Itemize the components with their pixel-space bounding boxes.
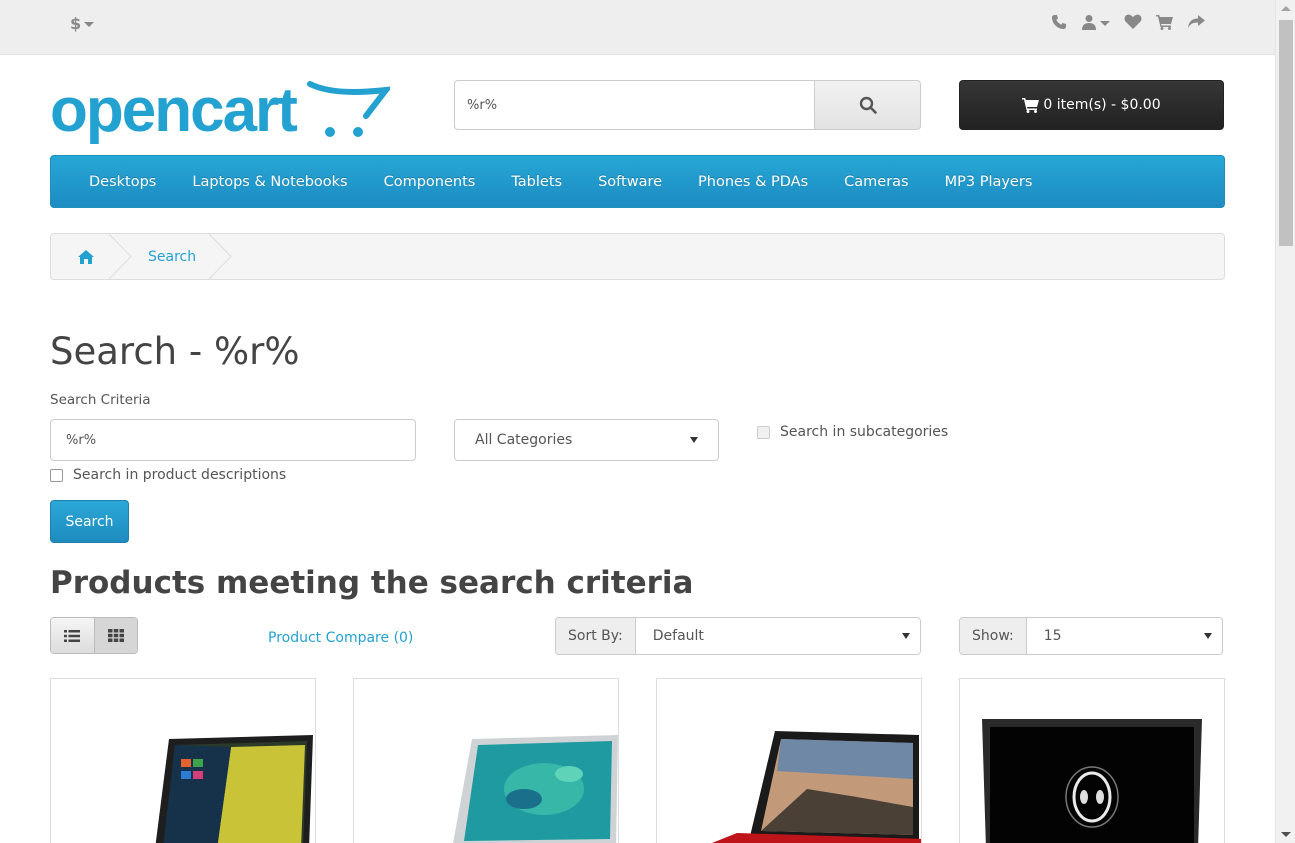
subcategories-label: Search in subcategories: [780, 424, 949, 440]
scroll-down-arrow-icon[interactable]: [1281, 832, 1291, 837]
limit-select[interactable]: 15: [1026, 617, 1223, 655]
currency-dropdown[interactable]: $: [70, 14, 95, 33]
main-menu: Desktops Laptops & Notebooks Components …: [50, 155, 1225, 208]
header-search: [454, 80, 921, 130]
product-card[interactable]: [353, 678, 619, 843]
phone-link[interactable]: [1051, 14, 1067, 30]
checkout-link[interactable]: [1187, 14, 1205, 30]
menu-item-tablets[interactable]: Tablets: [493, 174, 580, 190]
phone-icon: [1052, 15, 1066, 29]
store-logo[interactable]: opencart: [50, 78, 390, 144]
sort-control: Sort By: Default: [555, 617, 921, 655]
top-links: [1051, 14, 1205, 30]
chevron-down-icon: [1203, 633, 1212, 639]
breadcrumb-item: Search: [121, 234, 232, 279]
chevron-down-icon: [901, 633, 910, 639]
search-input[interactable]: [454, 80, 815, 130]
grid-view-button[interactable]: [93, 618, 137, 653]
search-criteria-label: Search Criteria: [50, 392, 151, 408]
breadcrumb: Search: [50, 233, 1225, 280]
category-select[interactable]: All Categories: [454, 419, 719, 461]
product-image: [453, 735, 618, 843]
subcategories-checkbox-row[interactable]: Search in subcategories: [757, 424, 948, 440]
cart-link[interactable]: [1156, 14, 1173, 30]
sort-select[interactable]: Default: [635, 617, 921, 655]
sort-label: Sort By:: [555, 617, 636, 655]
limit-control: Show: 15: [959, 617, 1224, 655]
product-card[interactable]: [656, 678, 922, 843]
breadcrumb-separator: [209, 234, 232, 279]
product-image: [982, 719, 1202, 843]
currency-symbol: $: [70, 14, 82, 33]
user-icon: [1082, 15, 1096, 30]
results-heading: Products meeting the search criteria: [50, 565, 694, 601]
logo-cart-icon: [307, 81, 390, 137]
product-compare-link[interactable]: Product Compare (0): [268, 630, 413, 646]
menu-item-laptops[interactable]: Laptops & Notebooks: [174, 174, 365, 190]
menu-item-cameras[interactable]: Cameras: [826, 174, 926, 190]
sort-selected-value: Default: [652, 628, 704, 644]
scroll-thumb[interactable]: [1279, 20, 1293, 246]
search-icon: [859, 96, 877, 114]
page-scrollbar[interactable]: [1275, 0, 1295, 843]
menu-item-mp3-players[interactable]: MP3 Players: [927, 174, 1051, 190]
list-view-icon: [64, 629, 81, 642]
menu-item-phones[interactable]: Phones & PDAs: [680, 174, 826, 190]
page-title: Search - %r%: [50, 330, 300, 373]
list-view-button[interactable]: [51, 618, 94, 653]
search-submit-button[interactable]: Search: [50, 500, 129, 543]
descriptions-checkbox-row[interactable]: Search in product descriptions: [50, 467, 286, 483]
heart-icon: [1124, 14, 1142, 29]
share-icon: [1188, 15, 1205, 28]
search-criteria-input[interactable]: [50, 419, 416, 461]
top-bar: $: [0, 0, 1275, 55]
breadcrumb-home[interactable]: [51, 234, 132, 279]
show-label: Show:: [959, 617, 1027, 655]
search-button[interactable]: [815, 80, 921, 130]
product-card[interactable]: [959, 678, 1225, 843]
product-image: [712, 731, 921, 843]
chevron-down-icon: [690, 437, 698, 443]
shopping-cart-icon: [1022, 98, 1040, 113]
cart-button[interactable]: 0 item(s) - $0.00: [959, 80, 1224, 130]
caret-down-icon: [1100, 20, 1110, 26]
subcategories-checkbox[interactable]: [757, 425, 770, 439]
product-image: [155, 735, 313, 843]
menu-item-desktops[interactable]: Desktops: [71, 174, 174, 190]
view-toggle: [50, 617, 138, 654]
home-icon: [78, 249, 94, 264]
account-dropdown[interactable]: [1081, 14, 1110, 30]
breadcrumb-search-link[interactable]: Search: [148, 249, 196, 265]
grid-view-icon: [107, 629, 124, 642]
scroll-up-arrow-icon[interactable]: [1281, 6, 1291, 11]
menu-item-components[interactable]: Components: [366, 174, 494, 190]
product-card[interactable]: [50, 678, 316, 843]
descriptions-checkbox[interactable]: [50, 468, 63, 482]
cart-total: 0 item(s) - $0.00: [1043, 97, 1161, 113]
wishlist-link[interactable]: [1124, 14, 1142, 30]
logo-text: opencart: [50, 76, 298, 145]
menu-item-software[interactable]: Software: [580, 174, 680, 190]
limit-selected-value: 15: [1043, 628, 1062, 644]
shopping-cart-icon: [1156, 15, 1173, 30]
descriptions-label: Search in product descriptions: [73, 467, 287, 483]
category-selected-value: All Categories: [475, 432, 573, 448]
caret-down-icon: [84, 22, 95, 27]
